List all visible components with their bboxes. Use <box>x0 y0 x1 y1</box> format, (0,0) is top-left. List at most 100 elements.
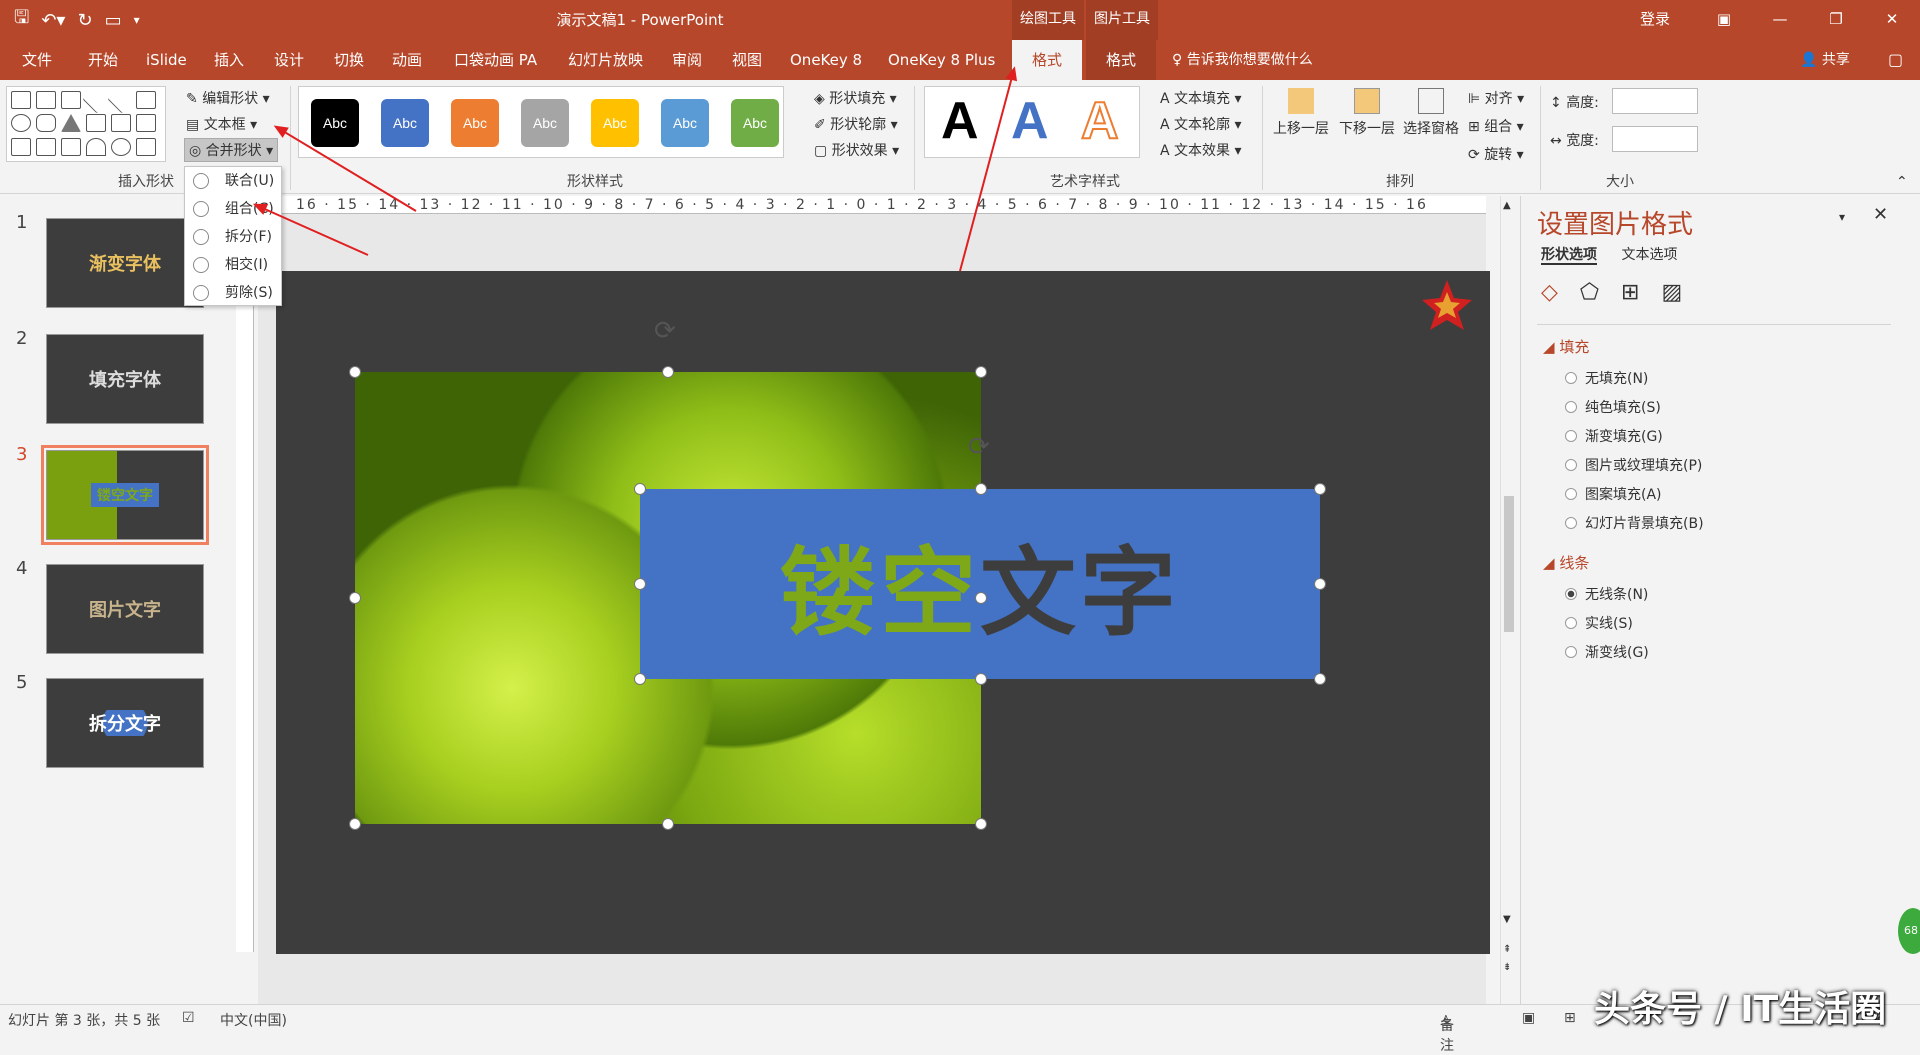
rounded-rect-icon[interactable] <box>36 114 56 133</box>
style-green[interactable]: Abc <box>731 99 779 147</box>
normal-view-icon[interactable]: ▣ <box>1522 1010 1535 1026</box>
language-indicator[interactable]: 中文(中国) <box>220 1010 287 1030</box>
login-link[interactable]: 登录 <box>1640 0 1670 38</box>
minimize-icon[interactable]: — <box>1752 0 1808 40</box>
resize-handle[interactable] <box>1314 673 1326 685</box>
slide-sorter-icon[interactable]: ⊞ <box>1564 1010 1576 1026</box>
shape-fill-button[interactable]: ◈ 形状填充 ▾ <box>814 88 897 108</box>
style-black[interactable]: Abc <box>311 99 359 147</box>
fill-section-header[interactable]: ◢ 填充 <box>1543 336 1589 357</box>
pane-options-icon[interactable]: ▾ <box>1839 210 1845 224</box>
brace-shape-icon[interactable] <box>136 137 156 156</box>
oval-shape-icon[interactable] <box>11 114 31 133</box>
align-button[interactable]: ⊫ 对齐 ▾ <box>1468 88 1524 108</box>
height-input[interactable] <box>1612 88 1698 114</box>
close-icon[interactable]: ✕ <box>1864 0 1920 40</box>
tab-shape-options[interactable]: 形状选项 <box>1541 247 1597 265</box>
collapse-ribbon-icon[interactable]: ⌃ <box>1896 174 1908 190</box>
tab-format-picture[interactable]: 格式 <box>1086 40 1157 80</box>
tab-text-options[interactable]: 文本选项 <box>1621 247 1677 263</box>
text-box-button[interactable]: ▤ 文本框 ▾ <box>186 114 257 134</box>
resize-handle[interactable] <box>975 818 987 830</box>
resize-handle[interactable] <box>975 366 987 378</box>
radio-gradient-line[interactable]: 渐变线(G) <box>1565 642 1649 662</box>
resize-handle[interactable] <box>1314 483 1326 495</box>
radio-picture-fill[interactable]: 图片或纹理填充(P) <box>1565 455 1702 475</box>
fill-line-icon[interactable]: ◇ <box>1541 280 1558 305</box>
restore-icon[interactable]: ❐ <box>1808 0 1864 40</box>
hollow-text-box[interactable]: 镂空文字 <box>640 489 1320 679</box>
next-slide-icon[interactable]: ⇟ <box>1503 962 1511 973</box>
resize-handle[interactable] <box>1314 578 1326 590</box>
triangle-shape-icon[interactable] <box>61 114 81 133</box>
slide-thumbnail-2[interactable]: 填充字体 <box>46 334 204 424</box>
size-properties-icon[interactable]: ⊞ <box>1621 280 1639 305</box>
rotate-button[interactable]: ⟳ 旋转 ▾ <box>1468 144 1524 164</box>
shape-outline-button[interactable]: ✐ 形状轮廓 ▾ <box>814 114 898 134</box>
resize-handle[interactable] <box>975 483 987 495</box>
slide-thumbnail-4[interactable]: 图片文字 <box>46 564 204 654</box>
style-gold[interactable]: Abc <box>591 99 639 147</box>
tab-slideshow[interactable]: 幻灯片放映 <box>568 40 643 80</box>
tab-islide[interactable]: iSlide <box>146 40 187 80</box>
previous-slide-icon[interactable]: ⇞ <box>1503 944 1511 955</box>
floating-badge[interactable]: 68 <box>1898 908 1920 954</box>
line-shape-icon[interactable] <box>82 86 110 114</box>
resize-handle[interactable] <box>349 366 361 378</box>
merge-union-item[interactable]: 联合(U) <box>185 167 281 195</box>
tab-home[interactable]: 开始 <box>88 40 118 80</box>
rectangle-shape-icon[interactable] <box>11 91 31 109</box>
shape-effects-button[interactable]: ▢ 形状效果 ▾ <box>814 140 899 160</box>
style-blue[interactable]: Abc <box>381 99 429 147</box>
rotate-handle-icon[interactable]: ⟳ <box>654 316 676 346</box>
radio-slide-bg-fill[interactable]: 幻灯片背景填充(B) <box>1565 513 1704 533</box>
slide-thumbnail-1[interactable]: 渐变字体 <box>46 218 204 308</box>
text-outline-button[interactable]: A 文本轮廓 ▾ <box>1160 114 1242 134</box>
tab-pocket-animation[interactable]: 口袋动画 PA <box>454 40 537 80</box>
style-orange[interactable]: Abc <box>451 99 499 147</box>
style-lightblue[interactable]: Abc <box>661 99 709 147</box>
style-gray[interactable]: Abc <box>521 99 569 147</box>
rotate-handle-icon[interactable]: ⟳ <box>968 432 990 462</box>
resize-handle[interactable] <box>349 592 361 604</box>
tab-onekey8[interactable]: OneKey 8 <box>790 40 862 80</box>
tell-me-search[interactable]: ♀ 告诉我你想要做什么 <box>1172 40 1313 80</box>
slide-thumbnail-3[interactable]: 镂空文字 <box>41 445 209 545</box>
tab-transitions[interactable]: 切换 <box>334 40 364 80</box>
resize-handle[interactable] <box>634 578 646 590</box>
ribbon-display-icon[interactable]: ▣ <box>1696 0 1752 40</box>
tab-view[interactable]: 视图 <box>732 40 762 80</box>
tab-design[interactable]: 设计 <box>274 40 304 80</box>
shape-styles-gallery[interactable]: Abc Abc Abc Abc Abc Abc Abc <box>298 86 784 158</box>
text-effects-button[interactable]: A 文本效果 ▾ <box>1160 140 1242 160</box>
group-button[interactable]: ⊞ 组合 ▾ <box>1468 116 1524 136</box>
radio-no-fill[interactable]: 无填充(N) <box>1565 368 1648 388</box>
edit-shape-button[interactable]: ✎ 编辑形状 ▾ <box>186 88 270 108</box>
resize-handle[interactable] <box>634 673 646 685</box>
send-backward-button[interactable]: 下移一层 <box>1336 88 1398 138</box>
wordart-gallery[interactable]: A A A <box>924 86 1140 158</box>
right-arrow-shape-icon[interactable] <box>136 114 156 133</box>
wordart-blue[interactable]: A <box>1011 91 1049 151</box>
tab-onekey8-plus[interactable]: OneKey 8 Plus <box>888 40 995 80</box>
resize-handle[interactable] <box>975 592 987 604</box>
scrollbar-thumb[interactable] <box>1504 496 1514 632</box>
tab-file[interactable]: 文件 <box>22 40 52 80</box>
shapes-gallery[interactable] <box>6 86 166 162</box>
wordart-black[interactable]: A <box>941 91 979 151</box>
radio-gradient-fill[interactable]: 渐变填充(G) <box>1565 426 1663 446</box>
radio-solid-fill[interactable]: 纯色填充(S) <box>1565 397 1661 417</box>
tab-insert[interactable]: 插入 <box>214 40 244 80</box>
arrow-line-icon[interactable] <box>107 86 135 114</box>
radio-solid-line[interactable]: 实线(S) <box>1565 613 1633 633</box>
line-section-header[interactable]: ◢ 线条 <box>1543 552 1589 573</box>
vertical-textbox-icon[interactable] <box>61 91 81 109</box>
text-fill-button[interactable]: A 文本填充 ▾ <box>1160 88 1242 108</box>
pentagon-shape-icon[interactable] <box>36 137 56 156</box>
effects-pentagon-icon[interactable]: ⬠ <box>1580 280 1599 305</box>
arc-shape-icon[interactable] <box>86 137 106 156</box>
down-arrow-shape-icon[interactable] <box>11 137 31 156</box>
wordart-orange[interactable]: A <box>1080 91 1120 151</box>
resize-handle[interactable] <box>634 483 646 495</box>
spellcheck-icon[interactable]: ☑ <box>182 1010 195 1026</box>
